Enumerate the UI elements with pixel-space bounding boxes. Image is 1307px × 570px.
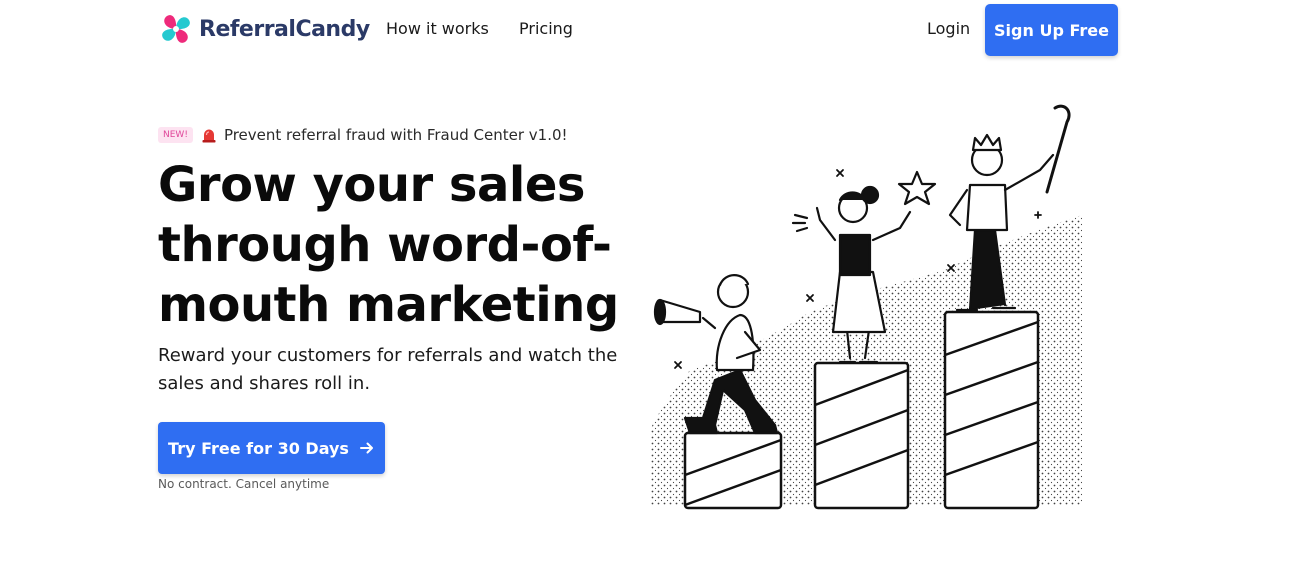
login-link[interactable]: Login	[927, 19, 970, 38]
nav-link-how-it-works[interactable]: How it works	[386, 19, 489, 38]
brand-logo[interactable]: ReferralCandy	[157, 10, 370, 48]
nav-link-pricing[interactable]: Pricing	[519, 19, 573, 38]
sign-up-button[interactable]: Sign Up Free	[985, 4, 1118, 56]
pedestal-right	[943, 310, 1040, 510]
brand-name: ReferralCandy	[199, 16, 370, 42]
hero-illustration	[650, 104, 1082, 510]
landing-page: ReferralCandy How it works Pricing Login…	[0, 0, 1307, 570]
try-free-label: Try Free for 30 Days	[168, 438, 349, 458]
star-shape	[897, 170, 937, 206]
siren-icon	[202, 129, 216, 143]
arrow-right-icon	[359, 442, 373, 454]
announcement-bar[interactable]: NEW! Prevent referral fraud with Fraud C…	[158, 125, 568, 145]
announcement-text: Prevent referral fraud with Fraud Center…	[223, 126, 568, 144]
referralcandy-logo-icon	[162, 15, 190, 43]
try-free-button[interactable]: Try Free for 30 Days	[158, 422, 385, 474]
new-badge: NEW!	[158, 127, 193, 143]
pedestal-middle	[813, 361, 910, 510]
hero-headline: Grow your sales through word-of-mouth ma…	[158, 157, 619, 333]
pedestal-left	[683, 431, 783, 510]
top-nav: ReferralCandy How it works Pricing Login…	[0, 0, 1307, 58]
hero-subtext: Reward your customers for referrals and …	[158, 345, 618, 394]
no-contract-note: No contract. Cancel anytime	[158, 477, 330, 491]
